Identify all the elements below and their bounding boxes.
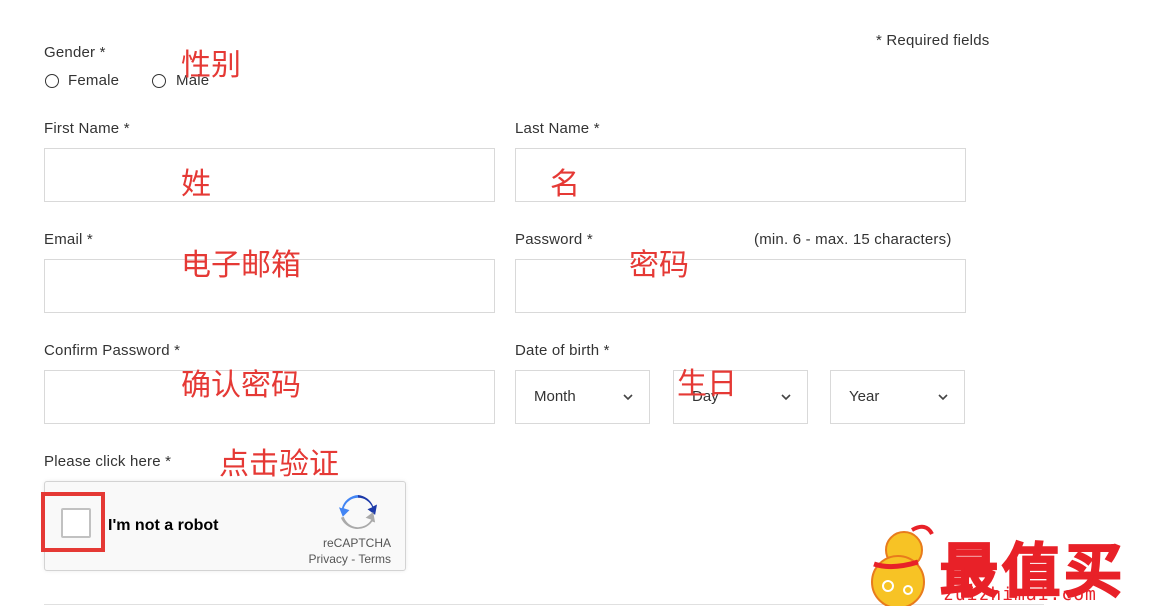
dob-month-value: Month [534,388,576,405]
dob-month-select[interactable]: Month [515,370,650,424]
annotation-last-name: 名 [550,167,580,202]
required-fields-note: * Required fields [876,32,990,49]
dob-year-select[interactable]: Year [830,370,965,424]
annotation-email: 电子邮箱 [181,248,301,283]
gender-label: Gender * [44,44,106,61]
recaptcha-brand: reCAPTCHA [322,536,391,550]
first-name-label: First Name * [44,120,130,137]
recaptcha-logo-icon [339,494,377,530]
annotation-gender: 性别 [181,48,241,83]
gender-male-radio[interactable] [152,74,166,88]
dob-label: Date of birth * [515,342,610,359]
annotation-confirm-password: 确认密码 [181,368,301,403]
recaptcha-privacy-terms[interactable]: Privacy - Terms [309,552,391,566]
annotation-dob: 生日 [677,367,737,402]
password-label: Password * [515,231,593,248]
confirm-password-label: Confirm Password * [44,342,181,359]
annotation-captcha: 点击验证 [219,447,339,482]
chevron-down-icon [938,394,948,401]
dob-year-value: Year [849,388,880,405]
watermark-logo-en: zuizhimai.com [943,584,1097,605]
password-hint: (min. 6 - max. 15 characters) [754,231,952,248]
chevron-down-icon [623,394,633,401]
email-label: Email * [44,231,93,248]
last-name-label: Last Name * [515,120,600,137]
chevron-down-icon [781,394,791,401]
gender-female-label[interactable]: Female [68,72,119,89]
recaptcha-text: I'm not a robot [108,517,219,534]
gourd-mascot-icon [871,524,934,606]
annotation-password: 密码 [629,248,689,283]
password-input[interactable] [515,259,966,313]
first-name-input[interactable] [44,148,495,202]
gender-female-radio[interactable] [45,74,59,88]
annotation-first-name: 姓 [181,167,211,202]
captcha-highlight-box [41,492,105,552]
last-name-input[interactable] [515,148,966,202]
captcha-label: Please click here * [44,453,172,470]
